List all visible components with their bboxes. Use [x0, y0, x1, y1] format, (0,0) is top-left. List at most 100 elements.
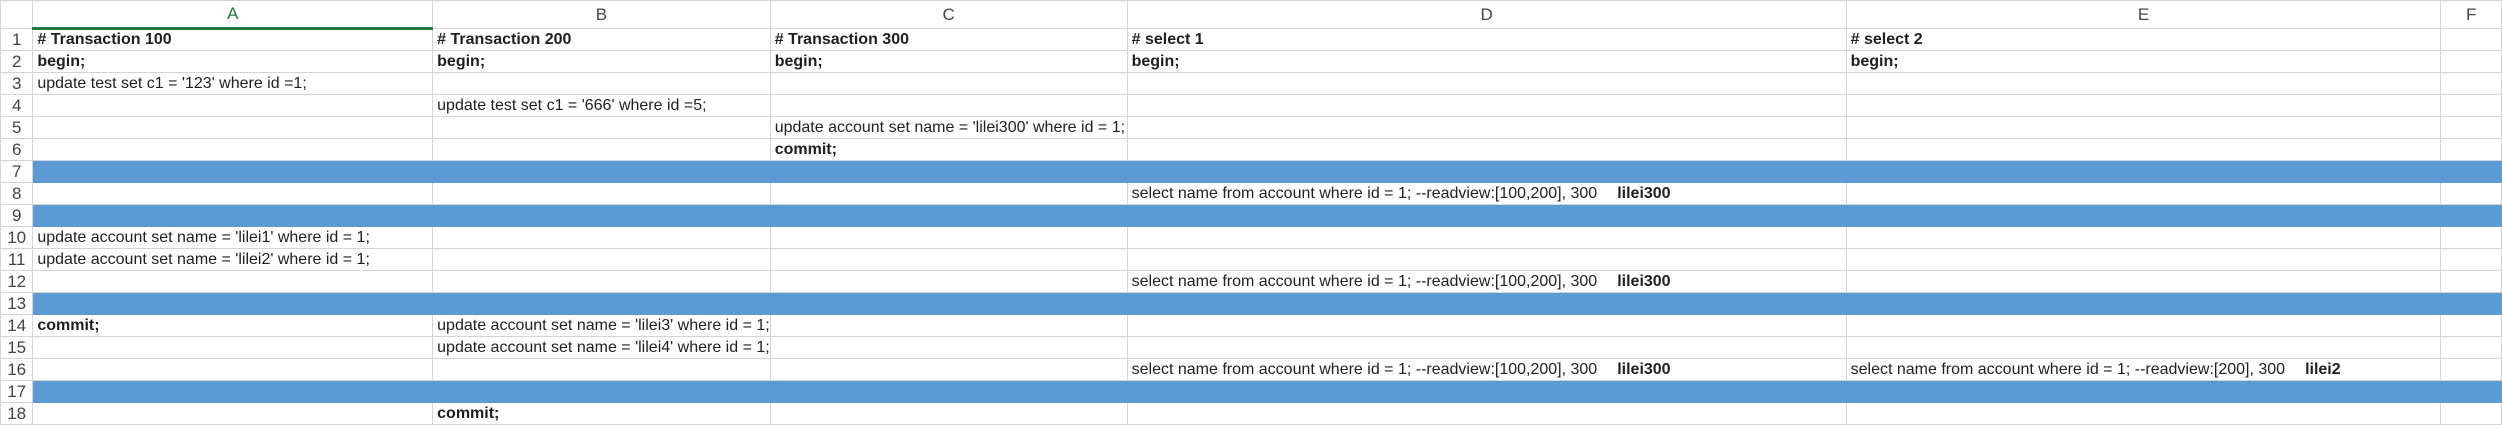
- cell-e15[interactable]: [1845, 336, 2442, 359]
- cell-c9[interactable]: [769, 204, 1128, 227]
- row-header[interactable]: 12: [0, 270, 34, 293]
- cell-f7[interactable]: [2440, 160, 2502, 183]
- cell-a7[interactable]: [32, 160, 434, 183]
- row-header[interactable]: 10: [0, 226, 34, 249]
- cell-a3[interactable]: update test set c1 = '123' where id =1;: [32, 72, 434, 95]
- cell-b5[interactable]: [432, 116, 771, 139]
- cell-f15[interactable]: [2440, 336, 2502, 359]
- cell-a14[interactable]: commit;: [32, 314, 434, 337]
- cell-d2[interactable]: begin;: [1126, 50, 1847, 73]
- cell-a12[interactable]: [32, 270, 434, 293]
- cell-a10[interactable]: update account set name = 'lilei1' where…: [32, 226, 434, 249]
- row-header[interactable]: 13: [0, 292, 34, 315]
- cell-b15[interactable]: update account set name = 'lilei4' where…: [432, 336, 771, 359]
- cell-c6[interactable]: commit;: [769, 138, 1128, 161]
- cell-e17[interactable]: [1845, 380, 2442, 403]
- row-header[interactable]: 7: [0, 160, 34, 183]
- cell-b17[interactable]: [432, 380, 771, 403]
- cell-d13[interactable]: [1126, 292, 1847, 315]
- cell-f14[interactable]: [2440, 314, 2502, 337]
- select-all-corner[interactable]: [0, 0, 34, 29]
- cell-f4[interactable]: [2440, 94, 2502, 117]
- cell-c15[interactable]: [769, 336, 1128, 359]
- cell-e16[interactable]: select name from account where id = 1; -…: [1845, 358, 2442, 381]
- cell-d5[interactable]: [1126, 116, 1847, 139]
- row-header[interactable]: 15: [0, 336, 34, 359]
- cell-b3[interactable]: [432, 72, 771, 95]
- cell-a18[interactable]: [32, 402, 434, 425]
- cell-b1[interactable]: # Transaction 200: [432, 28, 771, 51]
- cell-a15[interactable]: [32, 336, 434, 359]
- cell-b12[interactable]: [432, 270, 771, 293]
- cell-e14[interactable]: [1845, 314, 2442, 337]
- cell-c10[interactable]: [769, 226, 1128, 249]
- cell-a17[interactable]: [32, 380, 434, 403]
- cell-d15[interactable]: [1126, 336, 1847, 359]
- cell-b2[interactable]: begin;: [432, 50, 771, 73]
- column-header-f[interactable]: F: [2440, 0, 2502, 29]
- cell-d4[interactable]: [1126, 94, 1847, 117]
- cell-f16[interactable]: [2440, 358, 2502, 381]
- cell-b7[interactable]: [432, 160, 771, 183]
- cell-d12[interactable]: select name from account where id = 1; -…: [1126, 270, 1847, 293]
- column-header-a[interactable]: A: [32, 0, 434, 30]
- cell-d8[interactable]: select name from account where id = 1; -…: [1126, 182, 1847, 205]
- row-header[interactable]: 17: [0, 380, 34, 403]
- cell-d18[interactable]: [1126, 402, 1847, 425]
- cell-f1[interactable]: [2440, 28, 2502, 51]
- cell-e3[interactable]: [1845, 72, 2442, 95]
- cell-e10[interactable]: [1845, 226, 2442, 249]
- row-header[interactable]: 1: [0, 28, 34, 51]
- cell-f6[interactable]: [2440, 138, 2502, 161]
- cell-f3[interactable]: [2440, 72, 2502, 95]
- cell-a16[interactable]: [32, 358, 434, 381]
- row-header[interactable]: 18: [0, 402, 34, 425]
- cell-c3[interactable]: [769, 72, 1128, 95]
- cell-e4[interactable]: [1845, 94, 2442, 117]
- column-header-b[interactable]: B: [432, 0, 771, 29]
- cell-d11[interactable]: [1126, 248, 1847, 271]
- cell-c18[interactable]: [769, 402, 1128, 425]
- cell-d3[interactable]: [1126, 72, 1847, 95]
- cell-b9[interactable]: [432, 204, 771, 227]
- cell-d9[interactable]: [1126, 204, 1847, 227]
- cell-e8[interactable]: [1845, 182, 2442, 205]
- cell-f2[interactable]: [2440, 50, 2502, 73]
- column-header-e[interactable]: E: [1845, 0, 2442, 29]
- row-header[interactable]: 16: [0, 358, 34, 381]
- cell-b10[interactable]: [432, 226, 771, 249]
- cell-e1[interactable]: # select 2: [1845, 28, 2442, 51]
- cell-a8[interactable]: [32, 182, 434, 205]
- cell-c7[interactable]: [769, 160, 1128, 183]
- cell-b6[interactable]: [432, 138, 771, 161]
- cell-b8[interactable]: [432, 182, 771, 205]
- cell-e5[interactable]: [1845, 116, 2442, 139]
- column-header-d[interactable]: D: [1126, 0, 1847, 29]
- cell-b16[interactable]: [432, 358, 771, 381]
- cell-f11[interactable]: [2440, 248, 2502, 271]
- row-header[interactable]: 14: [0, 314, 34, 337]
- cell-e13[interactable]: [1845, 292, 2442, 315]
- cell-c5[interactable]: update account set name = 'lilei300' whe…: [769, 116, 1128, 139]
- cell-b13[interactable]: [432, 292, 771, 315]
- cell-c1[interactable]: # Transaction 300: [769, 28, 1128, 51]
- cell-c11[interactable]: [769, 248, 1128, 271]
- cell-a4[interactable]: [32, 94, 434, 117]
- cell-f5[interactable]: [2440, 116, 2502, 139]
- cell-f8[interactable]: [2440, 182, 2502, 205]
- cell-e6[interactable]: [1845, 138, 2442, 161]
- cell-c17[interactable]: [769, 380, 1128, 403]
- cell-d16[interactable]: select name from account where id = 1; -…: [1126, 358, 1847, 381]
- row-header[interactable]: 5: [0, 116, 34, 139]
- cell-f12[interactable]: [2440, 270, 2502, 293]
- cell-d10[interactable]: [1126, 226, 1847, 249]
- cell-a1[interactable]: # Transaction 100: [32, 28, 434, 51]
- cell-c14[interactable]: [769, 314, 1128, 337]
- cell-f9[interactable]: [2440, 204, 2502, 227]
- cell-c12[interactable]: [769, 270, 1128, 293]
- row-header[interactable]: 2: [0, 50, 34, 73]
- row-header[interactable]: 6: [0, 138, 34, 161]
- cell-c13[interactable]: [769, 292, 1128, 315]
- cell-c8[interactable]: [769, 182, 1128, 205]
- cell-e2[interactable]: begin;: [1845, 50, 2442, 73]
